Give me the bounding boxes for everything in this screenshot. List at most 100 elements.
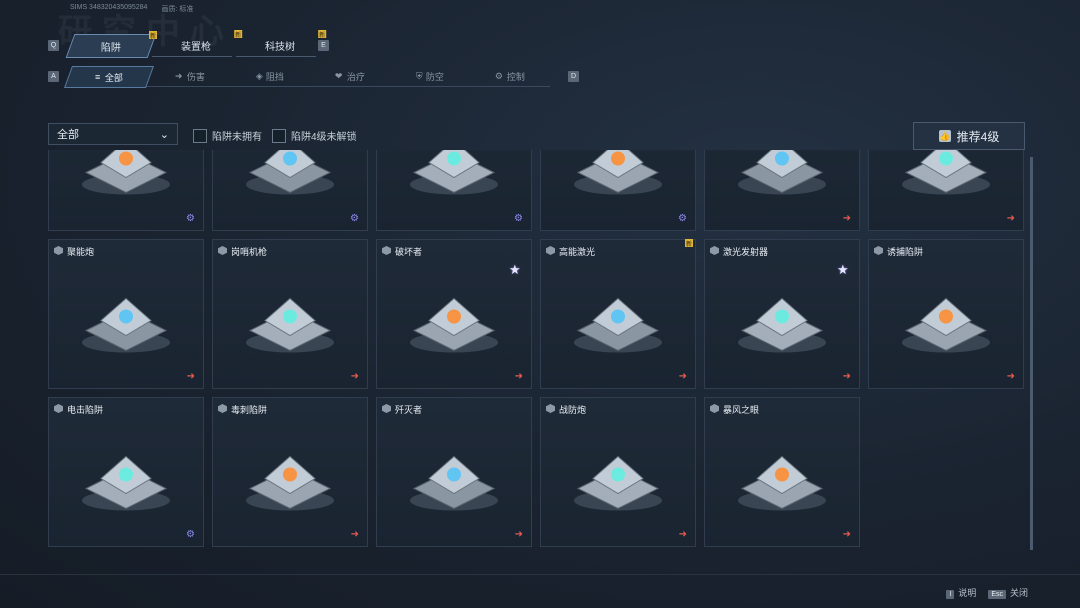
subtab-control[interactable]: ⚙ 控制 (466, 66, 553, 86)
trap-card[interactable]: ⚙ (212, 150, 368, 231)
trap-card[interactable]: ➜ (868, 150, 1024, 231)
trap-name: 诱捕陷阱 (887, 247, 924, 257)
chevron-down-icon: ⌄ (159, 128, 169, 141)
trap-image (399, 150, 509, 207)
trap-image (235, 280, 345, 365)
trap-card[interactable]: 高能激光 新 ➜ (540, 239, 696, 389)
list-icon: ≡ (95, 72, 101, 82)
arrow-right-icon[interactable]: ➜ (679, 371, 687, 382)
trap-card[interactable]: 激光发射器 ★ ➜ (704, 239, 860, 389)
star-badge-icon: ★ (837, 262, 849, 277)
trap-image (71, 438, 181, 523)
new-badge: 新 (234, 30, 243, 39)
trap-image (727, 150, 837, 207)
footer-hints: I 说明 Esc 关闭 (946, 586, 1028, 599)
cube-icon (382, 246, 391, 255)
recommend-level4-button[interactable]: 👍 推荐4级 (913, 122, 1025, 150)
trap-image (727, 280, 837, 365)
cube-icon (218, 246, 227, 255)
key-hint-prev-tab: Q (48, 40, 59, 51)
cube-icon (218, 404, 227, 413)
trap-card[interactable]: 暴风之眼 ➜ (704, 397, 860, 547)
trap-name: 歼灭者 (395, 405, 423, 415)
main-tabs: 陷阱新 装置枪新 科技树新 (65, 30, 327, 58)
arrow-right-icon[interactable]: ➜ (1007, 371, 1015, 382)
gear-icon[interactable]: ⚙ (186, 529, 195, 540)
trap-card[interactable]: 歼灭者 ➜ (376, 397, 532, 547)
shield-icon: ⛨ (415, 70, 423, 81)
arrow-right-icon[interactable]: ➜ (187, 371, 195, 382)
trap-image (71, 150, 181, 207)
thumbs-up-icon: 👍 (938, 130, 951, 142)
trap-image (563, 438, 673, 523)
arrow-right-icon[interactable]: ➜ (351, 371, 359, 382)
key-hint-next-subtab: D (568, 71, 579, 82)
arrow-right-icon[interactable]: ➜ (1007, 213, 1015, 224)
trap-image (399, 438, 509, 523)
trap-name: 战防炮 (559, 405, 587, 415)
checkbox[interactable] (272, 128, 286, 143)
trap-name: 岗哨机枪 (231, 247, 268, 257)
subtab-all[interactable]: ≡ 全部 (63, 66, 155, 88)
trap-name: 暴风之眼 (723, 405, 760, 415)
filter-level4-locked[interactable]: 陷阱4级未解锁 (272, 128, 357, 143)
trap-image (891, 280, 1001, 365)
trap-card[interactable]: 聚能炮 ➜ (48, 239, 204, 389)
checkbox[interactable] (193, 128, 207, 143)
close-hint[interactable]: Esc 关闭 (988, 586, 1028, 599)
arrow-right-icon[interactable]: ➜ (351, 529, 359, 540)
trap-name: 破坏者 (395, 247, 423, 257)
trap-card[interactable]: 毒刺陷阱 ➜ (212, 397, 368, 547)
gear-icon[interactable]: ⚙ (350, 213, 359, 224)
tab-tech-tree[interactable]: 科技树新 (235, 30, 327, 57)
subtab-heal[interactable]: ❤ 治疗 (306, 66, 393, 86)
quality-label: 画质: 标准 (161, 6, 194, 13)
arrow-right-icon[interactable]: ➜ (843, 213, 851, 224)
scrollbar-thumb[interactable] (1030, 157, 1033, 550)
trap-card[interactable]: ⚙ (540, 150, 696, 231)
new-badge: 新 (149, 31, 158, 40)
arrow-right-icon[interactable]: ➜ (843, 529, 851, 540)
subtab-block[interactable]: ◈ 阻挡 (226, 66, 313, 86)
cube-icon (54, 246, 63, 255)
scrollbar[interactable] (1030, 157, 1033, 550)
trap-card[interactable]: ➜ (704, 150, 860, 231)
trap-image (563, 150, 673, 207)
gear-icon[interactable]: ⚙ (186, 213, 195, 224)
star-badge-icon: ★ (509, 262, 521, 277)
trap-card[interactable]: 岗哨机枪 ➜ (212, 239, 368, 389)
trap-card[interactable]: ⚙ (376, 150, 532, 231)
trap-card[interactable]: 破坏者 ★ ➜ (376, 239, 532, 389)
trap-card[interactable]: 电击陷阱 ⚙ (48, 397, 204, 547)
new-badge: 新 (685, 239, 693, 248)
cube-icon (54, 404, 63, 413)
session-id: SIMS 348320435095284 (70, 4, 148, 11)
trap-image (235, 150, 345, 207)
cube-icon (546, 246, 555, 255)
subtab-damage[interactable]: ➜ 伤害 (146, 66, 233, 86)
arrow-right-icon[interactable]: ➜ (515, 529, 523, 540)
trap-card[interactable]: 诱捕陷阱 ➜ (868, 239, 1024, 389)
tab-traps[interactable]: 陷阱新 (65, 31, 158, 58)
trap-card[interactable]: 战防炮 ➜ (540, 397, 696, 547)
trap-card[interactable]: ⚙ (48, 150, 204, 231)
help-hint[interactable]: I 说明 (946, 586, 976, 599)
gear-icon[interactable]: ⚙ (514, 213, 523, 224)
arrow-right-icon[interactable]: ➜ (679, 529, 687, 540)
trap-image (891, 150, 1001, 207)
gear-icon[interactable]: ⚙ (678, 213, 687, 224)
filter-dropdown[interactable]: 全部 ⌄ (48, 123, 178, 145)
arrow-right-icon[interactable]: ➜ (843, 371, 851, 382)
arrow-right-icon[interactable]: ➜ (515, 371, 523, 382)
trap-image (399, 280, 509, 365)
cube-icon (546, 404, 555, 413)
cube-icon (710, 404, 719, 413)
trap-name: 高能激光 (559, 247, 596, 257)
cube-icon (874, 246, 883, 255)
tab-device-guns[interactable]: 装置枪新 (151, 30, 243, 57)
cube-icon (710, 246, 719, 255)
subtab-anti-air[interactable]: ⛨ 防空 (386, 66, 473, 86)
block-icon: ◈ (255, 70, 263, 81)
trap-image (235, 438, 345, 523)
filter-not-owned[interactable]: 陷阱未拥有 (193, 128, 262, 143)
